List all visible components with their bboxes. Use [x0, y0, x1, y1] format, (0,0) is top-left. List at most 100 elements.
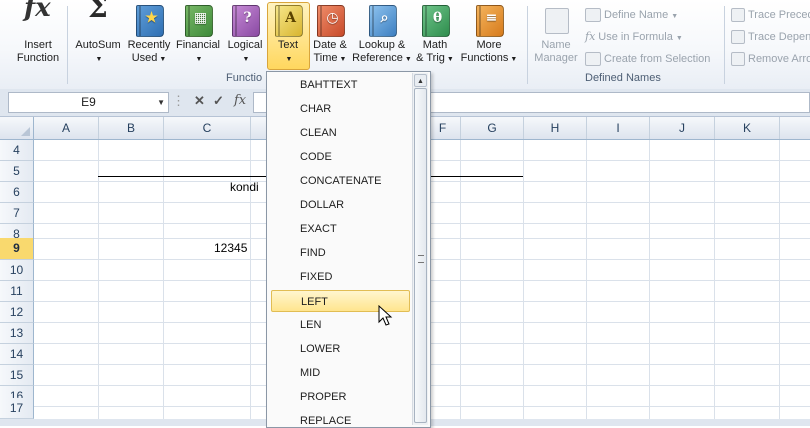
create-from-selection-button[interactable]: Create from Selection: [585, 50, 710, 68]
name-box[interactable]: E9 ▼: [8, 92, 169, 113]
row-header[interactable]: 4: [0, 140, 34, 161]
row-header[interactable]: 6: [0, 182, 34, 203]
row-header[interactable]: 14: [0, 344, 34, 365]
row-header[interactable]: 11: [0, 281, 34, 302]
row-header[interactable]: 7: [0, 203, 34, 224]
grid-line: [163, 140, 164, 426]
text-button[interactable]: A Text ▼: [268, 4, 308, 66]
more-functions-books-icon: ≡: [473, 4, 505, 37]
ribbon-separator: [67, 6, 68, 84]
row-header[interactable]: 15: [0, 365, 34, 386]
chevron-down-icon: ▼: [95, 56, 103, 63]
menu-item-code[interactable]: CODE: [271, 146, 410, 168]
enter-icon[interactable]: ✓: [213, 93, 224, 109]
column-header-g[interactable]: G: [461, 117, 524, 139]
column-header-c[interactable]: C: [164, 117, 251, 139]
row-header-selected[interactable]: 9: [0, 238, 34, 260]
function-library-group-label: Functio: [226, 72, 263, 84]
financial-button[interactable]: ▦ Financial ▼: [174, 4, 222, 66]
grid-line: [523, 140, 524, 426]
grid-line: [779, 140, 780, 426]
grid-line: [714, 140, 715, 426]
menu-item-dollar[interactable]: DOLLAR: [271, 194, 410, 216]
chevron-down-icon: ▼: [510, 56, 518, 63]
name-manager-button[interactable]: Name Manager: [532, 4, 580, 65]
text-functions-menu: BAHTTEXT CHAR CLEAN CODE CONCATENATE DOL…: [266, 71, 431, 428]
trace-dependents-icon: [731, 30, 745, 45]
select-all-corner[interactable]: [0, 117, 34, 139]
fx-icon: fx: [585, 30, 596, 43]
menu-item-bahttext[interactable]: BAHTTEXT: [271, 74, 410, 96]
use-in-formula-button[interactable]: fx Use in Formula ▼: [585, 28, 683, 46]
trace-precedents-button[interactable]: Trace Precede: [731, 6, 810, 24]
row-header[interactable]: 13: [0, 323, 34, 344]
menu-item-proper[interactable]: PROPER: [271, 386, 410, 408]
menu-item-char[interactable]: CHAR: [271, 98, 410, 120]
column-header-k[interactable]: K: [715, 117, 780, 139]
column-header-h[interactable]: H: [524, 117, 587, 139]
lookup-book-icon: ⌕: [366, 4, 398, 37]
row-header[interactable]: 5: [0, 161, 34, 182]
menu-item-mid[interactable]: MID: [271, 362, 410, 384]
chevron-down-icon: ▼: [157, 98, 165, 107]
menu-item-find[interactable]: FIND: [271, 242, 410, 264]
menu-item-lower[interactable]: LOWER: [271, 338, 410, 360]
menu-scrollbar[interactable]: ▲: [412, 73, 428, 425]
menu-item-concatenate[interactable]: CONCATENATE: [271, 170, 410, 192]
chevron-down-icon: ▼: [242, 56, 250, 63]
math-trig-button[interactable]: θ Math & Trig ▼: [414, 4, 456, 66]
financial-book-icon: ▦: [182, 4, 214, 37]
menu-item-exact[interactable]: EXACT: [271, 218, 410, 240]
define-name-button[interactable]: Define Name ▼: [585, 6, 678, 24]
chevron-down-icon: ▼: [285, 56, 293, 63]
chevron-down-icon: ▼: [339, 56, 347, 63]
row-header[interactable]: 12: [0, 302, 34, 323]
more-functions-button[interactable]: ≡ More Functions ▼: [458, 4, 520, 66]
remove-arrows-button[interactable]: Remove Arro: [731, 50, 810, 68]
name-manager-icon: [540, 4, 572, 36]
defined-names-group-label: Defined Names: [585, 72, 661, 84]
cell-c9[interactable]: 12345: [214, 241, 247, 255]
star-book-icon: ★: [133, 4, 165, 37]
ribbon-separator: [527, 6, 528, 84]
sigma-icon: Σ: [88, 0, 108, 24]
chevron-down-icon: ▼: [446, 56, 454, 63]
column-header-b[interactable]: B: [99, 117, 164, 139]
grid-line: [649, 140, 650, 426]
grid-line: [98, 140, 99, 426]
logical-book-icon: ?: [229, 4, 261, 37]
menu-item-fixed[interactable]: FIXED: [271, 266, 410, 288]
trace-precedents-icon: [731, 8, 745, 23]
text-book-icon: A: [272, 4, 304, 37]
column-header-j[interactable]: J: [650, 117, 715, 139]
grip-icon: [418, 255, 424, 263]
logical-button[interactable]: ? Logical ▼: [225, 4, 265, 66]
lookup-reference-button[interactable]: ⌕ Lookup & Reference ▼: [352, 4, 412, 66]
scroll-thumb[interactable]: [414, 88, 427, 423]
date-time-button[interactable]: ◷ Date & Time ▼: [309, 4, 351, 66]
menu-item-clean[interactable]: CLEAN: [271, 122, 410, 144]
menu-item-replace[interactable]: REPLACE: [271, 410, 410, 427]
cancel-icon[interactable]: ✕: [194, 93, 205, 109]
fx-icon[interactable]: fx: [234, 93, 246, 108]
insert-function-button[interactable]: fx Insert Function: [12, 0, 64, 65]
insert-function-icon: fx: [24, 0, 51, 23]
chevron-down-icon: ▼: [675, 35, 683, 42]
mouse-pointer-icon: [378, 305, 393, 326]
formula-bar-resize-handle[interactable]: ⋮: [172, 93, 185, 109]
define-name-icon: [585, 8, 601, 23]
autosum-button[interactable]: Σ AutoSum ▼: [72, 0, 124, 66]
cell-c6[interactable]: kondi: [230, 180, 259, 194]
row-header[interactable]: 17: [0, 398, 34, 419]
grid-line: [586, 140, 587, 426]
grid-line: [460, 140, 461, 426]
chevron-down-icon: ▼: [404, 56, 412, 63]
row-header[interactable]: 10: [0, 260, 34, 281]
chevron-down-icon: ▼: [671, 13, 679, 20]
scroll-up-icon[interactable]: ▲: [414, 74, 427, 87]
column-header-a[interactable]: A: [34, 117, 99, 139]
remove-arrows-icon: [731, 52, 745, 67]
column-header-i[interactable]: I: [587, 117, 650, 139]
trace-dependents-button[interactable]: Trace Depen: [731, 28, 810, 46]
recently-used-button[interactable]: ★ Recently Used ▼: [125, 4, 173, 66]
